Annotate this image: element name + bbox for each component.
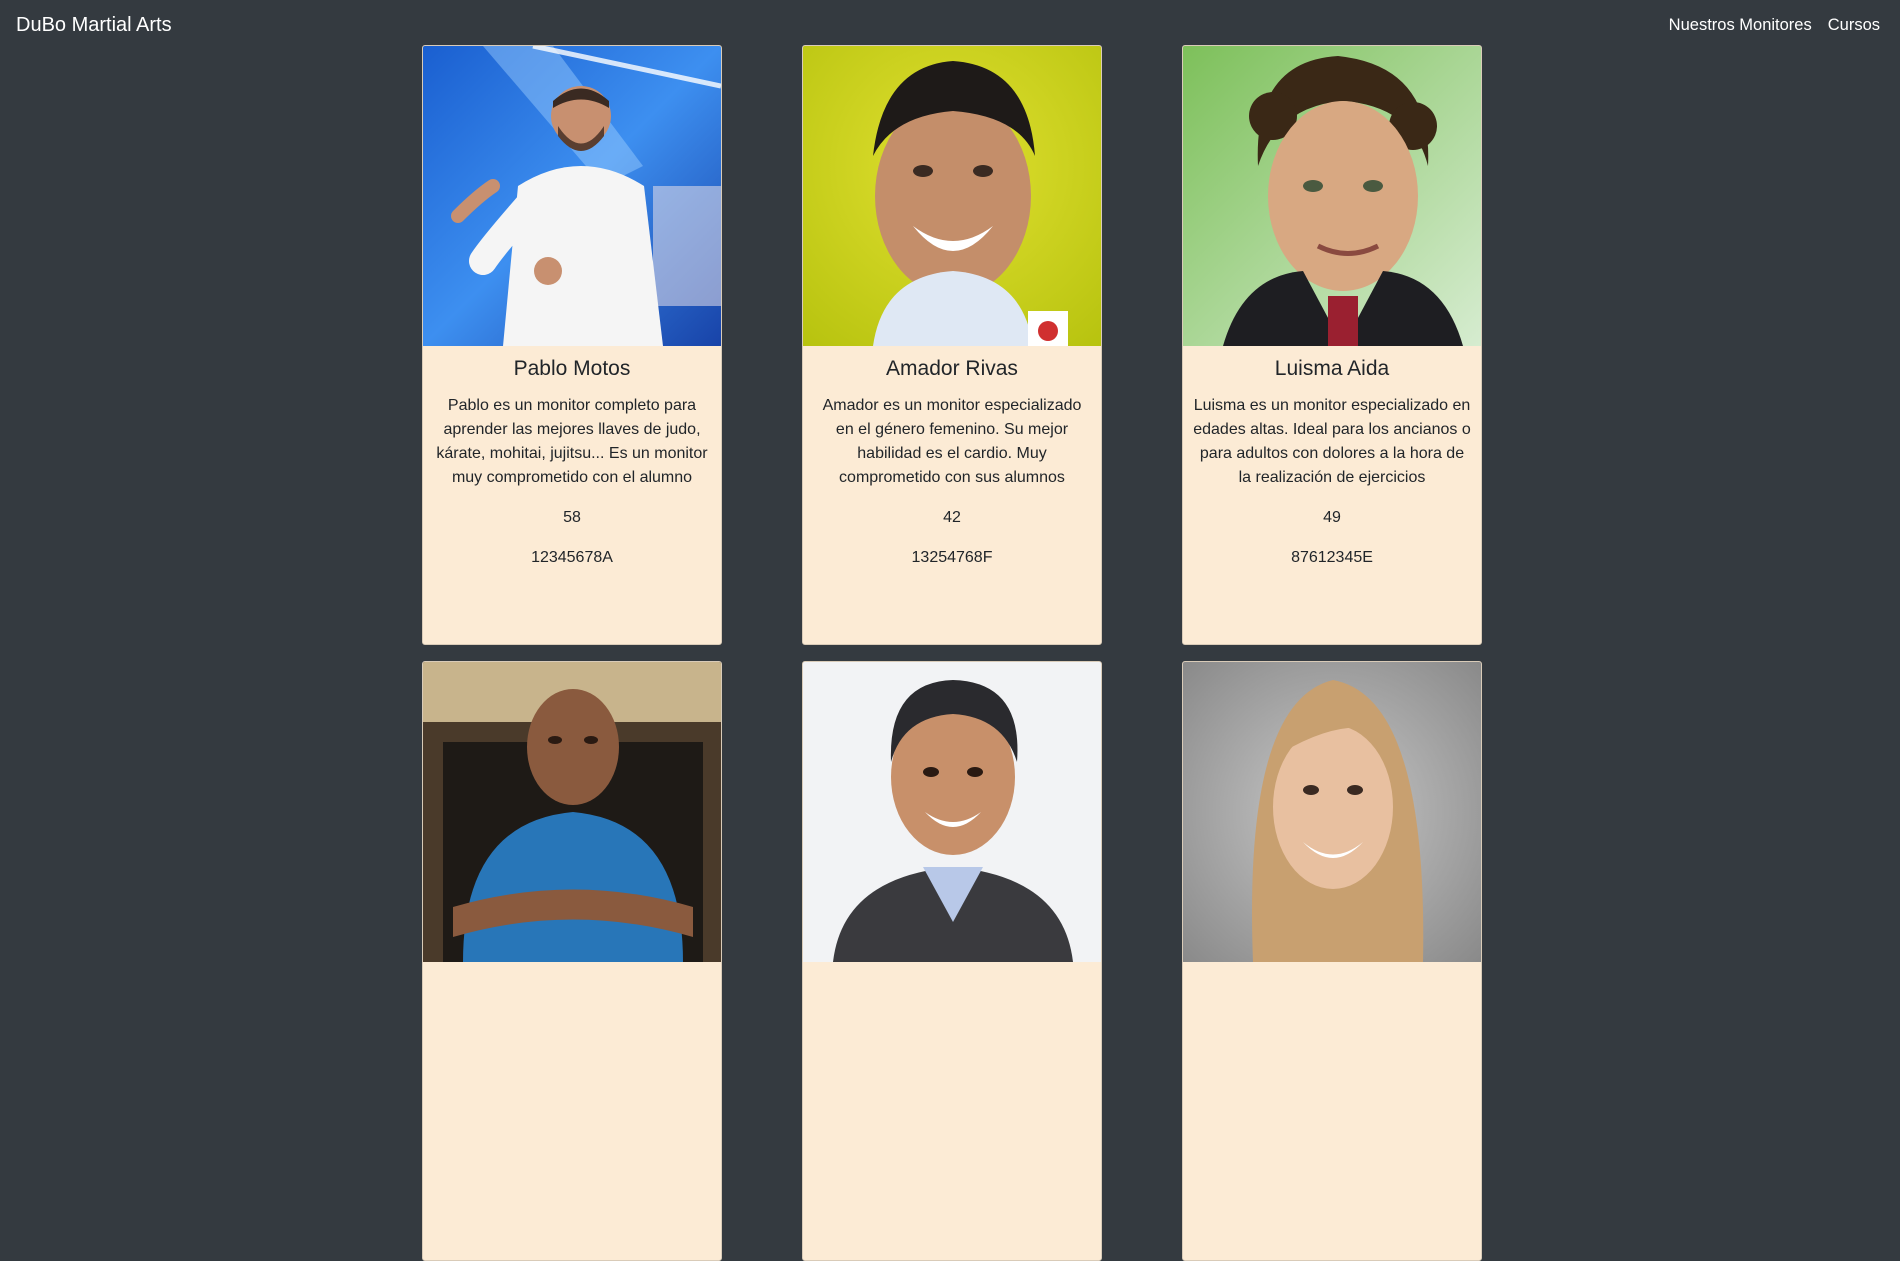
monitor-photo [803, 46, 1101, 346]
monitor-photo [423, 662, 721, 962]
monitor-age: 42 [943, 509, 961, 526]
monitor-card [422, 661, 722, 1261]
monitor-age: 58 [563, 509, 581, 526]
monitors-grid: Pablo Motos Pablo es un monitor completo… [422, 45, 1482, 1261]
navbar: DuBo Martial Arts Nuestros Monitores Cur… [0, 0, 1900, 48]
monitor-name: Luisma Aida [1274, 357, 1390, 380]
monitor-name: Pablo Motos [513, 357, 631, 380]
monitor-photo [803, 662, 1101, 962]
monitor-description: Luisma es un monitor especializado en ed… [1193, 397, 1471, 486]
monitor-dni: 12345678A [531, 549, 613, 566]
monitor-photo [1183, 46, 1481, 346]
monitor-card: Amador Rivas Amador es un monitor especi… [802, 45, 1102, 645]
nav-link-monitores[interactable]: Nuestros Monitores [1669, 14, 1812, 36]
monitor-photo [423, 46, 721, 346]
monitor-card: Luisma Aida Luisma es un monitor especia… [1182, 45, 1482, 645]
monitor-card [802, 661, 1102, 1261]
monitor-dni: 13254768F [911, 549, 993, 566]
monitor-age: 49 [1323, 509, 1341, 526]
brand-link[interactable]: DuBo Martial Arts [16, 12, 172, 38]
nav-links: Nuestros Monitores Cursos [1669, 14, 1880, 36]
monitor-description: Pablo es un monitor completo para aprend… [436, 397, 708, 486]
monitor-name: Amador Rivas [886, 357, 1018, 380]
monitor-description: Amador es un monitor especializado en el… [822, 397, 1082, 486]
nav-link-cursos[interactable]: Cursos [1828, 14, 1880, 36]
monitor-dni: 87612345E [1291, 549, 1373, 566]
monitor-card [1182, 661, 1482, 1261]
monitor-photo [1183, 662, 1481, 962]
monitor-card: Pablo Motos Pablo es un monitor completo… [422, 45, 722, 645]
